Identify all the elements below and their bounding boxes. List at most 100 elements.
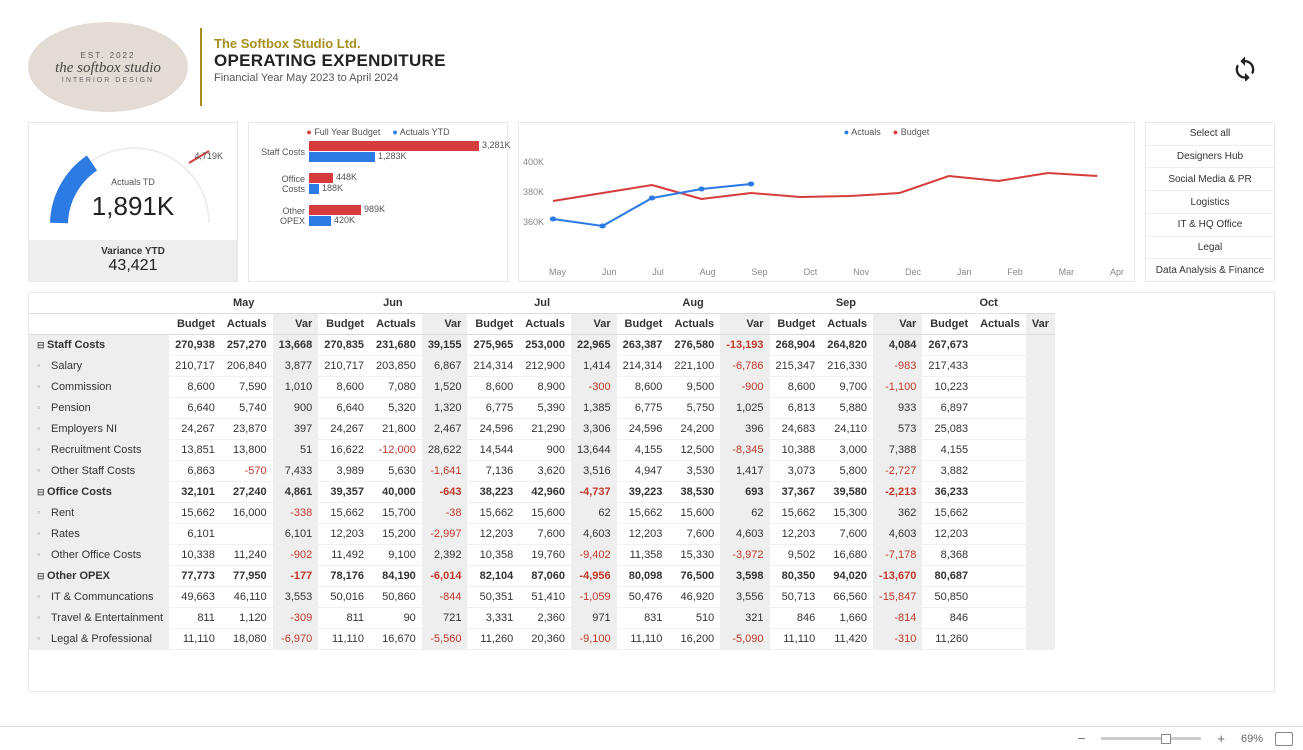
cell: -2,213 — [873, 482, 922, 503]
expenditure-matrix[interactable]: MayJunJulAugSepOctBudgetActualsVarBudget… — [28, 292, 1275, 692]
cell: 50,713 — [770, 587, 822, 608]
x-axis-label: Jul — [652, 267, 664, 277]
cell: 253,000 — [519, 335, 571, 356]
brand-logo: EST. 2022 the softbox studio INTERIOR DE… — [28, 22, 188, 112]
cell: -983 — [873, 356, 922, 377]
table-row[interactable]: Other Staff Costs6,863-5707,4333,9895,63… — [29, 461, 1055, 482]
cell: 20,360 — [519, 629, 571, 650]
cell: 846 — [922, 608, 974, 629]
cell: -5,090 — [720, 629, 769, 650]
row-label: Other OPEX — [29, 566, 169, 587]
cell: 362 — [873, 503, 922, 524]
cell: 84,190 — [370, 566, 422, 587]
cell: 4,155 — [617, 440, 669, 461]
cell: 94,020 — [821, 566, 873, 587]
cell: 24,110 — [821, 419, 873, 440]
cell: 933 — [873, 398, 922, 419]
cell: 8,600 — [169, 377, 221, 398]
cell: 203,850 — [370, 356, 422, 377]
cell: 8,900 — [519, 377, 571, 398]
x-axis-label: Jan — [957, 267, 972, 277]
cell: -13,670 — [873, 566, 922, 587]
cell: 3,877 — [273, 356, 319, 377]
x-axis-label: Mar — [1059, 267, 1075, 277]
slicer-item[interactable]: Data Analysis & Finance — [1146, 259, 1274, 281]
zoom-slider[interactable] — [1101, 737, 1201, 740]
cell: 214,314 — [467, 356, 519, 377]
cell — [974, 608, 1026, 629]
slicer-item[interactable]: Social Media & PR — [1146, 168, 1274, 191]
cell: 11,110 — [617, 629, 669, 650]
cell: 811 — [169, 608, 221, 629]
cell: -12,000 — [370, 440, 422, 461]
table-row[interactable]: Employers NI24,26723,87039724,26721,8002… — [29, 419, 1055, 440]
slicer-item[interactable]: IT & HQ Office — [1146, 214, 1274, 237]
cell: 90 — [370, 608, 422, 629]
refresh-button[interactable] — [1215, 22, 1275, 112]
cell: -1,641 — [422, 461, 468, 482]
table-row[interactable]: Recruitment Costs13,85113,8005116,622-12… — [29, 440, 1055, 461]
cell: 3,553 — [273, 587, 319, 608]
cell: 216,330 — [821, 356, 873, 377]
cell: -4,737 — [571, 482, 617, 503]
table-row[interactable]: Other Office Costs10,33811,240-90211,492… — [29, 545, 1055, 566]
category-bar-chart[interactable]: Full Year Budget Actuals YTD Staff Costs… — [248, 122, 508, 282]
cell — [1026, 503, 1055, 524]
slicer-item[interactable]: Select all — [1146, 123, 1274, 146]
cell: 6,640 — [318, 398, 370, 419]
slicer-item[interactable]: Logistics — [1146, 191, 1274, 214]
x-axis-label: Dec — [905, 267, 921, 277]
cell: 39,580 — [821, 482, 873, 503]
cell — [974, 482, 1026, 503]
table-row[interactable]: Travel & Entertainment8111,120-309811907… — [29, 608, 1055, 629]
table-row[interactable]: IT & Communcations49,66346,1103,55350,01… — [29, 587, 1055, 608]
cell: 971 — [571, 608, 617, 629]
zoom-in-button[interactable]: + — [1213, 731, 1229, 746]
row-label: Employers NI — [29, 419, 169, 440]
table-row[interactable]: Office Costs32,10127,2404,86139,35740,00… — [29, 482, 1055, 503]
table-row[interactable]: Commission8,6007,5901,0108,6007,0801,520… — [29, 377, 1055, 398]
trend-line-chart[interactable]: Actuals Budget 400K 380K 360K MayJunJulA… — [518, 122, 1135, 282]
zoom-out-button[interactable]: − — [1074, 731, 1090, 746]
slicer-item[interactable]: Designers Hub — [1146, 146, 1274, 169]
y-axis-label: 400K — [523, 157, 544, 167]
cell: 50,351 — [467, 587, 519, 608]
table-row[interactable]: Rent15,66216,000-33815,66215,700-3815,66… — [29, 503, 1055, 524]
cell — [221, 524, 273, 545]
cell — [1026, 461, 1055, 482]
actuals-bar: 420K — [309, 216, 331, 226]
table-row[interactable]: Other OPEX77,77377,950-17778,17684,190-6… — [29, 566, 1055, 587]
cell: 50,860 — [370, 587, 422, 608]
table-row[interactable]: Pension6,6405,7409006,6405,3201,3206,775… — [29, 398, 1055, 419]
cell — [974, 377, 1026, 398]
slicer-item[interactable]: Legal — [1146, 237, 1274, 260]
cell: -6,786 — [720, 356, 769, 377]
bar-row: Office Costs 448K 188K — [257, 173, 499, 195]
table-row[interactable]: Staff Costs270,938257,27013,668270,83523… — [29, 335, 1055, 356]
cell — [1026, 419, 1055, 440]
cell: -310 — [873, 629, 922, 650]
cell: 37,367 — [770, 482, 822, 503]
table-row[interactable]: Rates6,1016,10112,20315,200-2,99712,2037… — [29, 524, 1055, 545]
cell: 9,500 — [668, 377, 720, 398]
cell: 24,596 — [617, 419, 669, 440]
cell: 6,640 — [169, 398, 221, 419]
table-row[interactable]: Salary210,717206,8403,877210,717203,8506… — [29, 356, 1055, 377]
cell: 4,603 — [720, 524, 769, 545]
cell: -6,014 — [422, 566, 468, 587]
cell: 4,155 — [922, 440, 974, 461]
cell: 15,662 — [467, 503, 519, 524]
status-bar: − + 69% — [0, 726, 1303, 750]
cell: 257,270 — [221, 335, 273, 356]
cell: 217,433 — [922, 356, 974, 377]
cell: 15,700 — [370, 503, 422, 524]
cell: 3,331 — [467, 608, 519, 629]
fit-to-page-icon[interactable] — [1275, 732, 1293, 746]
table-row[interactable]: Legal & Professional11,11018,080-6,97011… — [29, 629, 1055, 650]
cell: -643 — [422, 482, 468, 503]
cell: 78,176 — [318, 566, 370, 587]
gauge-card[interactable]: 4,719K Actuals TD 1,891K Variance YTD 43… — [28, 122, 238, 282]
cell: 846 — [770, 608, 822, 629]
cell — [974, 587, 1026, 608]
variance-label: Variance YTD — [29, 246, 237, 257]
